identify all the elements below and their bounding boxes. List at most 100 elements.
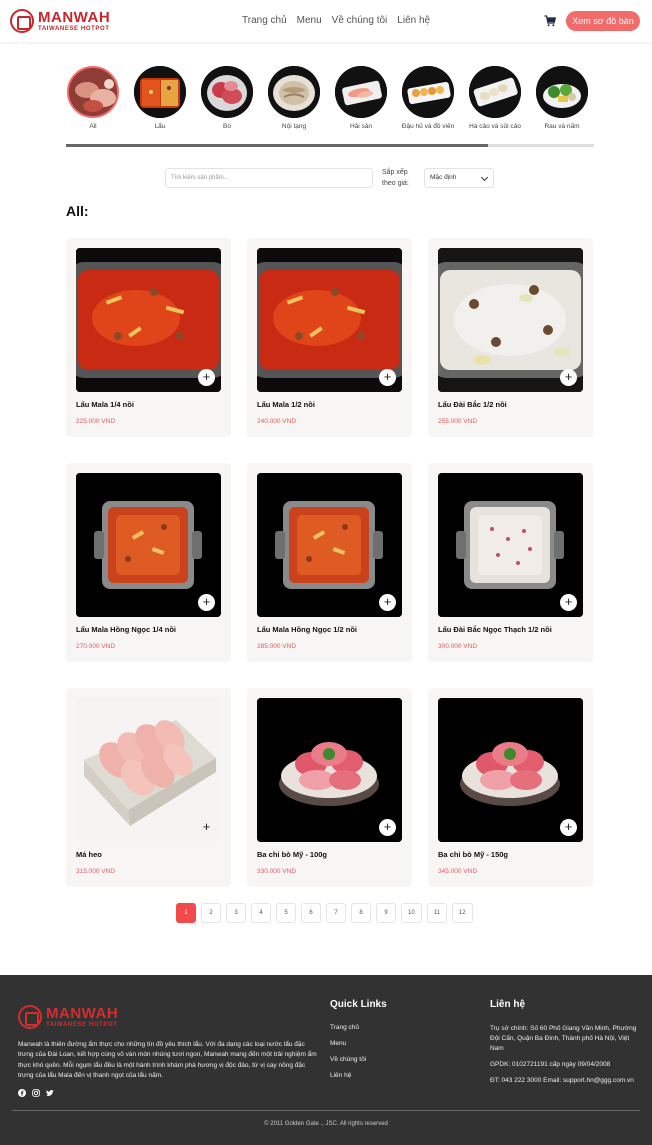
product-card[interactable]: + Lẩu Mala Hồng Ngọc 1/2 nồi 285.000 VND (247, 463, 412, 662)
footer-link-menu[interactable]: Menu (330, 1040, 366, 1047)
cart-icon[interactable] (544, 14, 557, 27)
quick-links-title: Quick Links (330, 999, 387, 1010)
main-nav: Trang chủ Menu Về chúng tôi Liên hệ (242, 15, 430, 26)
sort-select[interactable]: Mặc định (424, 168, 494, 188)
product-image: + (76, 698, 221, 842)
page-button[interactable]: 4 (251, 903, 271, 923)
category-image (201, 66, 253, 118)
category-offal[interactable]: Nội tạng (266, 62, 322, 131)
product-image: + (438, 248, 583, 392)
footer-link-about[interactable]: Về chúng tôi (330, 1056, 366, 1063)
category-scrollbar-thumb[interactable] (66, 144, 488, 147)
logo-emblem-icon (10, 9, 34, 33)
product-price: 345.000 VND (438, 868, 478, 875)
category-beef[interactable]: Bò (199, 62, 255, 131)
product-card[interactable]: + Lẩu Đài Bắc 1/2 nồi 255.000 VND (428, 238, 593, 437)
product-name: Ba chỉ bò Mỹ - 100g (257, 850, 328, 859)
page-button[interactable]: 1 (176, 903, 196, 923)
category-carousel: All Lẩu Bò Nội tạng Hải sản Đậu hũ và đồ… (66, 62, 594, 142)
pagination: 1 2 3 4 5 6 7 8 9 10 11 12 (176, 903, 473, 923)
footer-about-text: Manwah là thiên đường ẩm thực cho những … (18, 1041, 317, 1080)
add-to-cart-button[interactable]: + (560, 369, 577, 386)
product-price: 225.000 VND (76, 418, 116, 425)
nav-contact[interactable]: Liên hệ (397, 15, 430, 26)
nav-menu[interactable]: Menu (297, 15, 322, 26)
category-label: Há cảo và sủi cảo (469, 123, 521, 130)
add-to-cart-button[interactable]: + (379, 819, 396, 836)
product-image: + (257, 473, 402, 617)
page-button[interactable]: 8 (351, 903, 371, 923)
product-card[interactable]: + Lẩu Đài Bắc Ngọc Thạch 1/2 nồi 300.000… (428, 463, 593, 662)
product-name: Lẩu Mala 1/4 nồi (76, 400, 134, 409)
view-table-map-button[interactable]: Xem sơ đồ bàn (566, 11, 640, 31)
contact-phone-email: ĐT: 043 222 3000 Email: support.hn@ggg.c… (490, 1077, 634, 1085)
brand-tagline: TAIWANESE HOTPOT (38, 26, 110, 32)
site-footer: MANWAH TAIWANESE HOTPOT Manwah là thiên … (0, 975, 652, 1145)
page-button[interactable]: 2 (201, 903, 221, 923)
quick-links: Trang chủ Menu Về chúng tôi Liên hệ (330, 1024, 366, 1088)
nav-home[interactable]: Trang chủ (242, 15, 287, 26)
contact-license: GPDK: 0102721191 cấp ngày 09/04/2008 (490, 1061, 611, 1069)
product-search-input[interactable]: Tìm kiếm sản phẩm... (165, 168, 373, 188)
product-card[interactable]: + Má heo 315.000 VND (66, 688, 231, 887)
category-hotpot[interactable]: Lẩu (132, 62, 188, 131)
product-name: Lẩu Đài Bắc 1/2 nồi (438, 400, 507, 409)
product-image: + (257, 248, 402, 392)
category-tofu-balls[interactable]: Đậu hũ và đồ viên (400, 62, 456, 131)
category-label: All (89, 123, 97, 130)
footer-logo[interactable]: MANWAH TAIWANESE HOTPOT (18, 1005, 118, 1029)
product-card[interactable]: + Lẩu Mala 1/2 nồi 240.000 VND (247, 238, 412, 437)
category-image (134, 66, 186, 118)
category-image (469, 66, 521, 118)
add-to-cart-button[interactable]: + (198, 594, 215, 611)
add-to-cart-button[interactable]: + (379, 594, 396, 611)
category-label: Lẩu (154, 123, 166, 130)
brand-logo[interactable]: MANWAH TAIWANESE HOTPOT (10, 9, 110, 33)
category-label: Đậu hũ và đồ viên (401, 123, 455, 130)
add-to-cart-button[interactable]: + (198, 369, 215, 386)
page-button[interactable]: 3 (226, 903, 246, 923)
category-vegetables[interactable]: Rau và nấm (534, 62, 590, 131)
product-image: + (438, 698, 583, 842)
contact-title: Liên hệ (490, 999, 526, 1010)
page-button[interactable]: 5 (276, 903, 296, 923)
product-card[interactable]: + Ba chỉ bò Mỹ - 100g 330.000 VND (247, 688, 412, 887)
product-price: 330.000 VND (257, 868, 297, 875)
nav-about[interactable]: Về chúng tôi (332, 15, 388, 26)
product-image: + (76, 248, 221, 392)
product-card[interactable]: + Lẩu Mala 1/4 nồi 225.000 VND (66, 238, 231, 437)
product-card[interactable]: + Ba chỉ bò Mỹ - 150g 345.000 VND (428, 688, 593, 887)
add-to-cart-button[interactable]: + (560, 819, 577, 836)
product-card[interactable]: + Lẩu Mala Hồng Ngọc 1/4 nồi 270.000 VND (66, 463, 231, 662)
page-button[interactable]: 10 (401, 903, 422, 923)
category-image (67, 66, 119, 118)
page-button[interactable]: 6 (301, 903, 321, 923)
add-to-cart-button[interactable]: + (560, 594, 577, 611)
category-label: Nội tạng (281, 123, 307, 130)
footer-link-contact[interactable]: Liên hệ (330, 1072, 366, 1079)
category-image (536, 66, 588, 118)
copyright: © 2011 Golden Gate ., JSC. All rights re… (264, 1121, 388, 1127)
category-dumplings[interactable]: Há cảo và sủi cảo (467, 62, 523, 131)
product-name: Lẩu Mala 1/2 nồi (257, 400, 315, 409)
add-to-cart-button[interactable]: + (379, 369, 396, 386)
facebook-icon[interactable] (18, 1089, 26, 1097)
product-name: Ba chỉ bò Mỹ - 150g (438, 850, 509, 859)
footer-link-home[interactable]: Trang chủ (330, 1024, 366, 1031)
add-to-cart-button[interactable]: + (198, 819, 215, 836)
page-button[interactable]: 7 (326, 903, 346, 923)
category-image (268, 66, 320, 118)
page-button[interactable]: 9 (376, 903, 396, 923)
page-button[interactable]: 12 (451, 903, 473, 923)
product-price: 300.000 VND (438, 643, 478, 650)
page-button[interactable]: 11 (426, 903, 447, 923)
category-label: Hải sản (349, 123, 373, 130)
product-price: 240.000 VND (257, 418, 297, 425)
category-all[interactable]: All (65, 62, 121, 131)
instagram-icon[interactable] (32, 1089, 40, 1097)
twitter-icon[interactable] (46, 1089, 54, 1097)
footer-divider (12, 1110, 640, 1111)
sort-selected-value: Mặc định (430, 174, 457, 181)
logo-emblem-icon (18, 1005, 42, 1029)
category-seafood[interactable]: Hải sản (333, 62, 389, 131)
